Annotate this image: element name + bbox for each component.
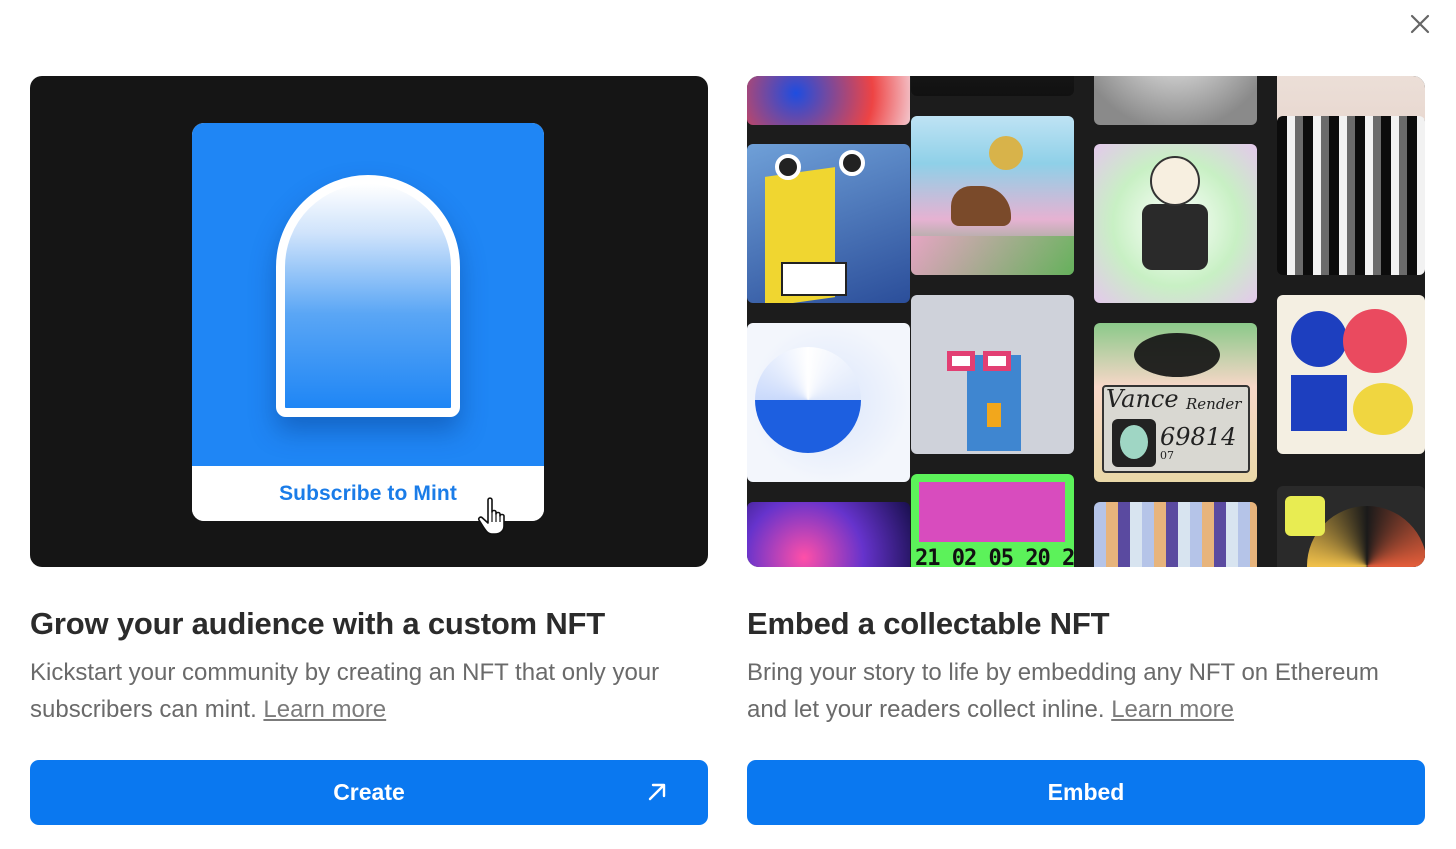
mint-preview-card: Subscribe to Mint: [192, 123, 544, 521]
subscribe-to-mint-label: Subscribe to Mint: [279, 481, 457, 505]
learn-more-link[interactable]: Learn more: [1111, 696, 1234, 723]
arrow-up-right-icon: [648, 783, 666, 801]
nft-tile: [1277, 116, 1425, 275]
create-nft-card: Subscribe to Mint Grow your audience wit…: [30, 76, 708, 825]
close-icon: [1410, 14, 1430, 34]
nft-tile: 21 02 05 20 24 01: [911, 474, 1074, 567]
nft-tile: [747, 76, 910, 125]
nft-code-text: 07: [1160, 449, 1174, 462]
card-title: Grow your audience with a custom NFT: [30, 606, 605, 641]
nft-tile: Vance Render 69814 07: [1094, 323, 1257, 482]
card-title: Embed a collectable NFT: [747, 606, 1110, 641]
nft-tile: [1094, 144, 1257, 303]
card-description: Kickstart your community by creating an …: [30, 659, 660, 723]
nft-collage-image: 21 02 05 20 24 01 Vance Render 69814 07: [747, 76, 1425, 567]
nft-number-text: 69814: [1160, 423, 1237, 451]
nft-arch-artwork: [276, 175, 460, 417]
card-description: Bring your story to life by embedding an…: [747, 659, 1379, 723]
nft-tile: [1277, 295, 1425, 454]
nft-tile: [747, 323, 910, 482]
nft-tile: [1094, 76, 1257, 125]
close-button[interactable]: [1404, 8, 1436, 40]
nft-tile: [1277, 486, 1425, 567]
create-button[interactable]: Create: [30, 760, 708, 825]
nft-tile: [911, 116, 1074, 275]
hand-pointer-icon: [477, 497, 505, 535]
create-button-label: Create: [333, 779, 405, 805]
nft-name-text: Vance: [1106, 385, 1179, 413]
nft-tile: [1094, 502, 1257, 567]
embed-button-label: Embed: [1047, 779, 1125, 805]
embed-button[interactable]: Embed: [747, 760, 1425, 825]
embed-nft-card: 21 02 05 20 24 01 Vance Render 69814 07: [747, 76, 1425, 825]
nft-tile: [747, 144, 910, 303]
mint-preview-image: Subscribe to Mint: [30, 76, 708, 567]
nft-date-text: 21 02 05 20 24 01: [915, 546, 1074, 567]
nft-render-text: Render: [1186, 395, 1242, 413]
learn-more-link[interactable]: Learn more: [263, 696, 386, 723]
nft-tile: [911, 76, 1074, 96]
nft-tile: [747, 502, 910, 567]
nft-tile: [911, 295, 1074, 454]
